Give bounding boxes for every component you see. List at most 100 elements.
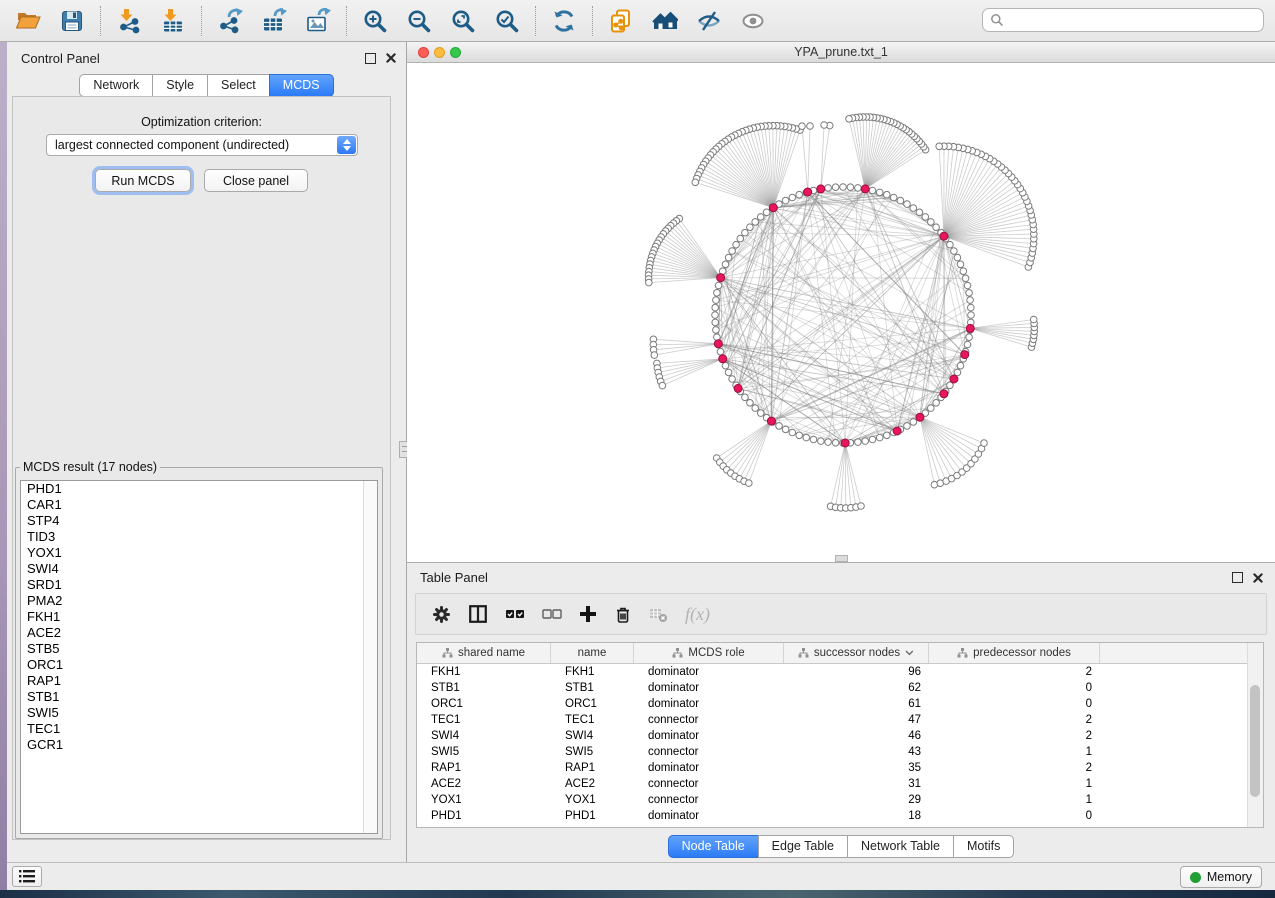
mcds-result-item[interactable]: FKH1 <box>21 609 377 625</box>
table-scrollbar-thumb[interactable] <box>1250 685 1260 797</box>
equation-builder-icon[interactable]: f(x) <box>685 604 710 625</box>
table-row[interactable]: ORC1ORC1dominator610 <box>417 696 1263 712</box>
network-mcds-hub-node[interactable] <box>893 427 901 435</box>
mcds-result-item[interactable]: STB1 <box>21 689 377 705</box>
task-history-button[interactable] <box>12 866 42 887</box>
table-row[interactable]: TEC1TEC1connector472 <box>417 712 1263 728</box>
network-ring-node[interactable] <box>904 201 911 208</box>
mcds-result-item[interactable]: SWI5 <box>21 705 377 721</box>
network-ring-node[interactable] <box>782 197 789 204</box>
table-row[interactable]: RAP1RAP1dominator352 <box>417 760 1263 776</box>
network-ring-node[interactable] <box>789 429 796 436</box>
network-ring-node[interactable] <box>962 275 969 282</box>
network-ring-node[interactable] <box>725 254 732 261</box>
network-ring-node[interactable] <box>713 327 720 334</box>
network-ring-node[interactable] <box>832 184 839 191</box>
network-mcds-hub-node[interactable] <box>817 185 825 193</box>
mcds-result-item[interactable]: PMA2 <box>21 593 377 609</box>
mcds-result-item[interactable]: RAP1 <box>21 673 377 689</box>
mcds-result-item[interactable]: PHD1 <box>21 481 377 497</box>
network-ring-node[interactable] <box>904 423 911 430</box>
node-table[interactable]: shared namenameMCDS rolesuccessor nodesp… <box>416 642 1264 828</box>
network-ring-node[interactable] <box>715 282 722 289</box>
network-ring-node[interactable] <box>810 436 817 443</box>
tab-network[interactable]: Network <box>79 74 153 97</box>
network-table-splitter-handle[interactable] <box>835 555 848 562</box>
network-ring-node[interactable] <box>964 282 971 289</box>
network-ring-node[interactable] <box>966 290 973 297</box>
network-ring-node[interactable] <box>714 290 721 297</box>
export-image-button[interactable] <box>299 4 337 38</box>
network-ring-node[interactable] <box>876 189 883 196</box>
column-header-MCDS-role[interactable]: MCDS role <box>634 643 784 663</box>
network-ring-node[interactable] <box>855 439 862 446</box>
column-header-name[interactable]: name <box>551 643 634 663</box>
network-leaf-node[interactable] <box>746 480 753 487</box>
export-table-button[interactable] <box>255 4 293 38</box>
network-ring-node[interactable] <box>910 205 917 212</box>
mcds-result-item[interactable]: SRD1 <box>21 577 377 593</box>
network-mcds-hub-node[interactable] <box>916 413 924 421</box>
network-canvas[interactable] <box>407 63 1275 562</box>
network-mcds-hub-node[interactable] <box>719 355 727 363</box>
show-column-panel-icon[interactable] <box>468 604 488 624</box>
network-ring-node[interactable] <box>928 219 935 226</box>
close-table-panel-icon[interactable] <box>1253 573 1263 583</box>
network-leaf-node[interactable] <box>821 122 828 129</box>
network-ring-node[interactable] <box>712 312 719 319</box>
network-mcds-hub-node[interactable] <box>717 274 725 282</box>
save-session-button[interactable] <box>53 4 91 38</box>
export-network-button[interactable] <box>211 4 249 38</box>
network-mcds-hub-node[interactable] <box>950 375 958 383</box>
network-ring-node[interactable] <box>862 438 869 445</box>
table-tab-network-table[interactable]: Network Table <box>847 835 954 858</box>
network-ring-node[interactable] <box>757 410 764 417</box>
network-mcds-hub-node[interactable] <box>769 204 777 212</box>
network-ring-node[interactable] <box>729 376 736 383</box>
network-ring-node[interactable] <box>742 394 749 401</box>
mcds-result-list[interactable]: PHD1CAR1STP4TID3YOX1SWI4SRD1PMA2FKH1ACE2… <box>20 480 378 834</box>
network-leaf-node[interactable] <box>846 116 853 123</box>
mcds-result-item[interactable]: TEC1 <box>21 721 377 737</box>
show-all-button[interactable] <box>734 4 772 38</box>
mcds-result-item[interactable]: SWI4 <box>21 561 377 577</box>
mcds-result-item[interactable]: ORC1 <box>21 657 377 673</box>
run-mcds-button[interactable]: Run MCDS <box>95 169 191 192</box>
network-mcds-hub-node[interactable] <box>714 340 722 348</box>
column-header-successor-nodes[interactable]: successor nodes <box>784 643 929 663</box>
select-all-columns-icon[interactable] <box>505 608 525 620</box>
table-row[interactable]: STB1STB1dominator620 <box>417 680 1263 696</box>
refresh-view-button[interactable] <box>545 4 583 38</box>
network-ring-node[interactable] <box>869 187 876 194</box>
network-ring-node[interactable] <box>933 224 940 231</box>
table-tab-motifs[interactable]: Motifs <box>953 835 1014 858</box>
network-mcds-hub-node[interactable] <box>841 439 849 447</box>
network-ring-node[interactable] <box>752 405 759 412</box>
zoom-in-button[interactable] <box>356 4 394 38</box>
network-mcds-hub-node[interactable] <box>940 390 948 398</box>
network-ring-node[interactable] <box>966 334 973 341</box>
table-row[interactable]: SWI4SWI4dominator462 <box>417 728 1263 744</box>
network-ring-node[interactable] <box>869 436 876 443</box>
table-row[interactable]: ACE2ACE2connector311 <box>417 776 1263 792</box>
network-ring-node[interactable] <box>954 254 961 261</box>
network-ring-node[interactable] <box>968 304 975 311</box>
network-leaf-node[interactable] <box>646 279 653 286</box>
tab-style[interactable]: Style <box>152 74 208 97</box>
network-ring-node[interactable] <box>825 185 832 192</box>
mcds-result-item[interactable]: TID3 <box>21 529 377 545</box>
first-neighbors-button[interactable] <box>646 4 684 38</box>
network-ring-node[interactable] <box>713 297 720 304</box>
table-row[interactable]: FKH1FKH1dominator962 <box>417 664 1263 680</box>
tab-mcds[interactable]: MCDS <box>269 74 334 97</box>
network-ring-node[interactable] <box>803 434 810 441</box>
search-input[interactable] <box>982 8 1264 32</box>
table-row[interactable]: PHD1PHD1dominator180 <box>417 808 1263 824</box>
deselect-all-columns-icon[interactable] <box>542 608 562 620</box>
close-panel-icon[interactable] <box>386 53 396 63</box>
column-header-predecessor-nodes[interactable]: predecessor nodes <box>929 643 1100 663</box>
network-ring-node[interactable] <box>884 432 891 439</box>
network-ring-node[interactable] <box>712 304 719 311</box>
network-ring-node[interactable] <box>968 312 975 319</box>
network-leaf-node[interactable] <box>807 123 814 130</box>
